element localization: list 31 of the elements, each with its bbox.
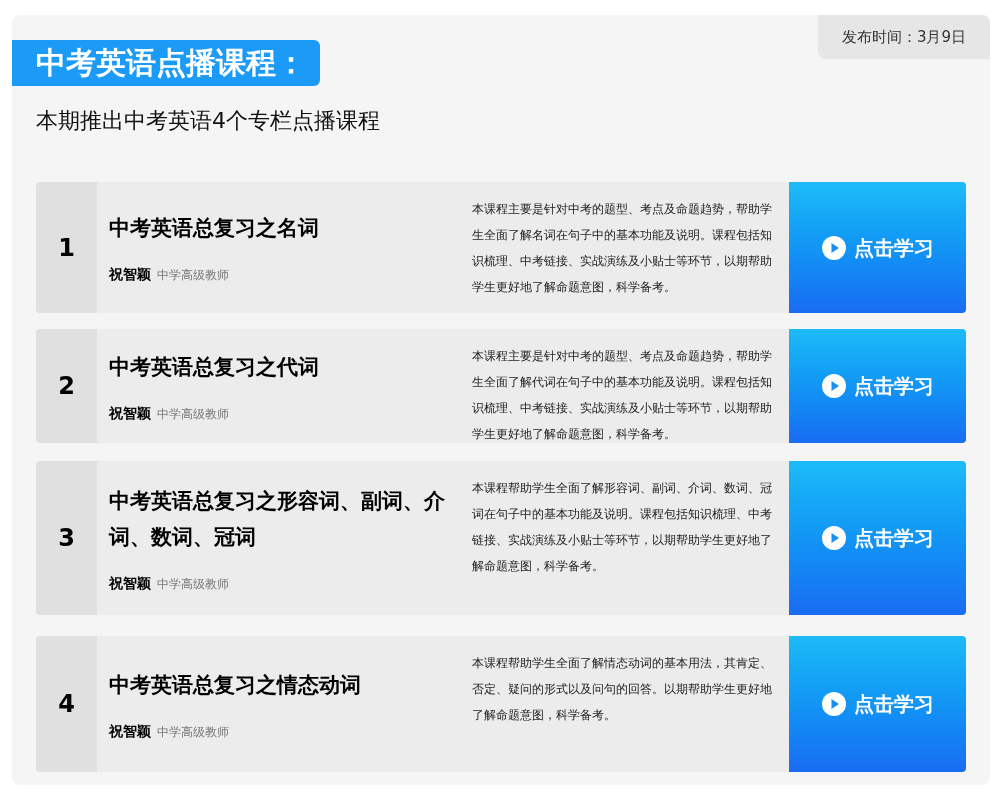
teacher-name: 祝智颖 [109,265,151,284]
teacher-title: 中学高级教师 [157,575,229,593]
study-button[interactable]: 点击学习 [789,636,966,772]
course-description: 本课程帮助学生全面了解形容词、副词、介词、数词、冠词在句子中的基本功能及说明。课程包括知识梳理、中考链接、实战演练及小贴士等环节，以期帮助学生更好地了解命题意图，科学备考。 [472,480,772,575]
teacher-title: 中学高级教师 [157,267,229,284]
teacher-title: 中学高级教师 [157,405,229,423]
course-number: 3 [36,461,97,615]
teacher-name: 祝智颖 [109,403,151,423]
teacher-name: 祝智颖 [109,721,151,741]
teacher-name: 祝智颖 [109,573,151,593]
course-title: 中考英语总复习之代词 [109,353,320,381]
teacher-title: 中学高级教师 [157,723,229,741]
course-title: 中考英语总复习之情态动词 [109,671,362,699]
course-description: 本课程帮助学生全面了解情态动词的基本用法，其肯定、否定、疑问的形式以及问句的回答。以期帮助学生更好地了解命题意图，科学备考。 [472,655,772,724]
study-button[interactable]: 点击学习 [789,461,966,615]
course-title: 中考英语总复习之名词 [109,215,320,242]
course-description: 本课程主要是针对中考的题型、考点及命题趋势，帮助学生全面了解代词在句子中的基本功能及说明。课程包括知识梳理、中考链接、实战演练及小贴士等环节，以期帮助学生更好地了解命题意图，科学备考。 [472,348,772,443]
publish-time: 发布时间：3月9日 [818,15,990,59]
play-icon [821,526,846,550]
course-number: 4 [36,636,97,772]
play-icon [821,692,846,716]
subtitle: 本期推出中考英语4个专栏点播课程 [36,107,381,135]
course-description: 本课程主要是针对中考的题型、考点及命题趋势，帮助学生全面了解名词在句子中的基本功能及说明。课程包括知识梳理、中考链接、实战演练及小贴士等环节，以期帮助学生更好地了解命题意图，科学备考。 [472,201,772,296]
play-icon [821,374,846,398]
course-number: 2 [36,329,97,443]
section-heading: 中考英语点播课程： [12,40,320,86]
course-number: 1 [36,182,97,313]
course-title: 中考英语总复习之形容词、副词、介词、数词、冠词 [109,487,446,551]
study-button[interactable]: 点击学习 [789,182,966,313]
study-button[interactable]: 点击学习 [789,329,966,443]
play-icon [821,235,846,260]
